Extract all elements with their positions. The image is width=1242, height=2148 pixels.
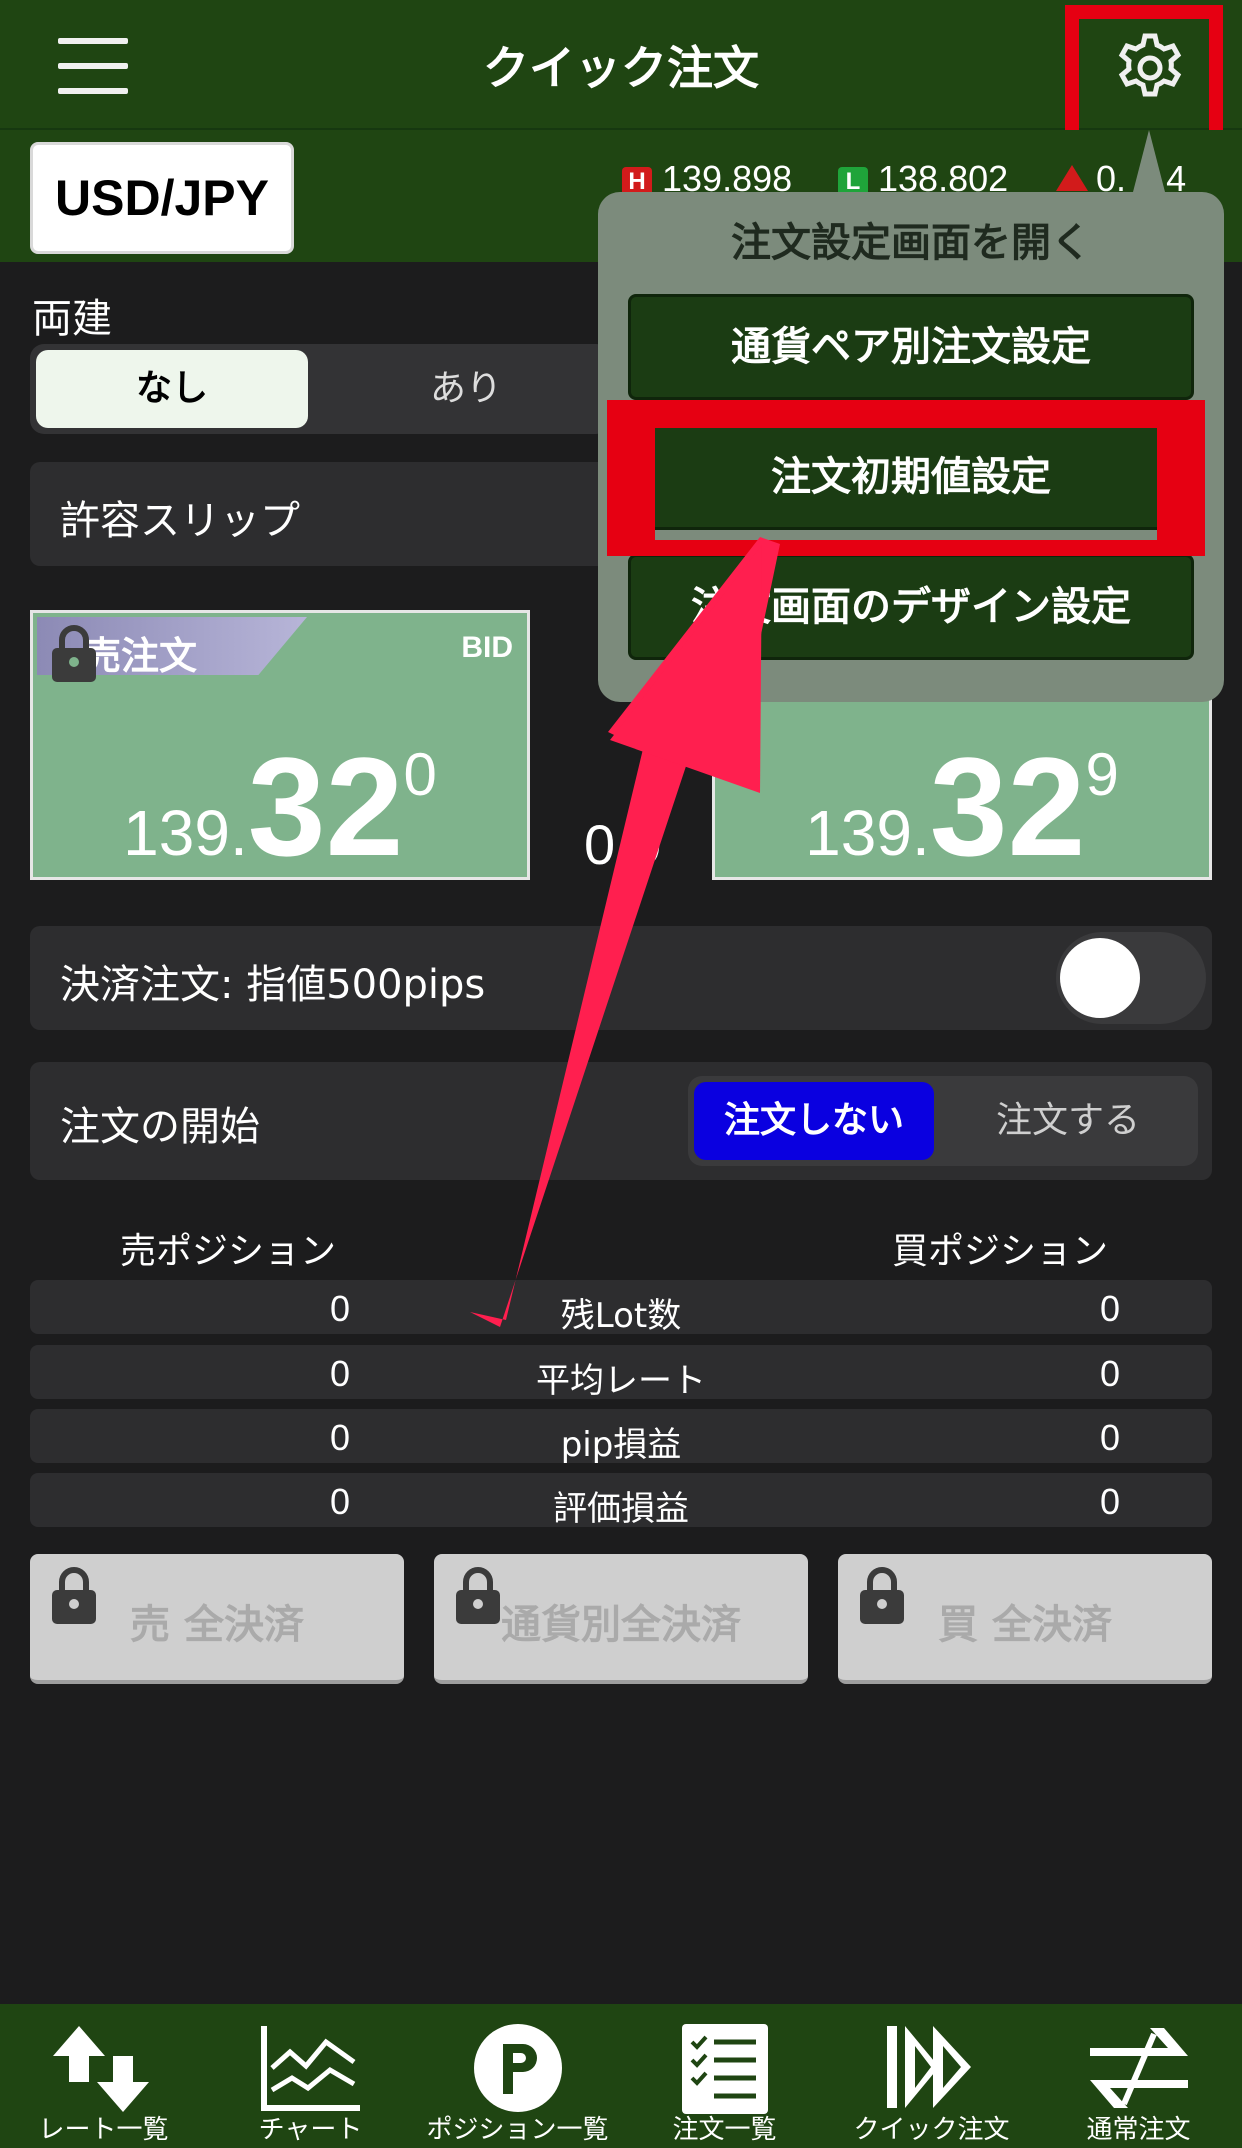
hedge-option-none[interactable]: なし (36, 350, 308, 428)
toggle-knob (1060, 938, 1140, 1018)
bottom-navigation: レート一覧 チャート ポジション一覧 注文一覧 クイック注文 通常注文 (0, 2004, 1242, 2148)
gear-highlight-box (1065, 5, 1223, 147)
order-start-on[interactable]: 注文する (944, 1082, 1192, 1160)
order-start-row: 注文の開始 注文しない 注文する (30, 1062, 1212, 1180)
popover-arrow (1133, 130, 1165, 192)
close-order-label: 決済注文: 指値500pips (60, 962, 486, 1008)
position-row: 0 評価損益 0 (30, 1473, 1212, 1529)
order-start-segment: 注文しない 注文する (688, 1076, 1198, 1166)
nav-chart[interactable]: チャート (207, 2004, 414, 2148)
buy-price: 139.329 (805, 728, 1119, 885)
sell-label: 売注文 (83, 634, 198, 678)
position-row: 0 pip損益 0 (30, 1409, 1212, 1465)
app-header: クイック注文 (0, 0, 1242, 130)
slippage-label: 許容スリップ (60, 498, 300, 544)
sell-position-header: 売ポジション (120, 1231, 337, 1272)
order-design-settings-button[interactable]: 注文画面のデザイン設定 (628, 554, 1194, 660)
buy-value: 0 (1099, 1288, 1121, 1329)
exchange-icon (1089, 2028, 1188, 2108)
row-label: 評価損益 (553, 1489, 689, 1529)
order-start-off[interactable]: 注文しない (694, 1082, 934, 1160)
order-list-icon (681, 2024, 768, 2114)
position-row: 0 平均レート 0 (30, 1345, 1212, 1401)
hedge-option-yes[interactable]: あり (330, 350, 602, 428)
nav-quick-order[interactable]: クイック注文 (828, 2004, 1035, 2148)
buy-value: 0 (1099, 1353, 1121, 1394)
row-label: 平均レート (536, 1361, 706, 1401)
lock-icon (52, 1567, 96, 1624)
popover-title: 注文設定画面を開く (731, 220, 1091, 266)
page-title: クイック注文 (483, 41, 759, 95)
sell-order-panel[interactable]: 売注文 BID 139.320 (30, 610, 530, 880)
close-order-row: 決済注文: 指値500pips (30, 926, 1212, 1030)
bid-tag: BID (461, 631, 513, 664)
close-order-toggle[interactable] (1056, 932, 1206, 1024)
spread-value: 0.9 (584, 813, 662, 876)
sell-price: 139.320 (123, 728, 437, 885)
highlight-box (607, 400, 1205, 556)
row-label: pip損益 (560, 1425, 682, 1465)
order-start-label: 注文の開始 (60, 1104, 260, 1150)
position-row: 0 残Lot数 0 (30, 1280, 1212, 1336)
chart-icon (260, 2026, 360, 2111)
currency-pair-button[interactable]: USD/JPY (30, 142, 294, 254)
buy-value: 0 (1099, 1417, 1121, 1458)
hedge-label: 両建 (32, 296, 112, 342)
buy-value: 0 (1099, 1481, 1121, 1522)
lock-icon (456, 1567, 500, 1624)
updown-arrows-icon (52, 2026, 149, 2112)
fast-forward-icon (886, 2026, 971, 2108)
lock-icon (860, 1567, 904, 1624)
up-triangle-icon (1056, 165, 1088, 191)
lock-icon (52, 625, 96, 682)
buy-position-header: 買ポジション (892, 1231, 1109, 1272)
nav-normal-order[interactable]: 通常注文 (1035, 2004, 1242, 2148)
pair-order-settings-button[interactable]: 通貨ペア別注文設定 (628, 294, 1194, 400)
nav-rate-list[interactable]: レート一覧 (0, 2004, 207, 2148)
row-label: 残Lot数 (560, 1296, 682, 1336)
nav-order-list[interactable]: 注文一覧 (621, 2004, 828, 2148)
nav-position-list[interactable]: ポジション一覧 (414, 2004, 621, 2148)
hedge-segment: なし あり (30, 344, 610, 434)
position-p-icon (473, 2024, 562, 2112)
